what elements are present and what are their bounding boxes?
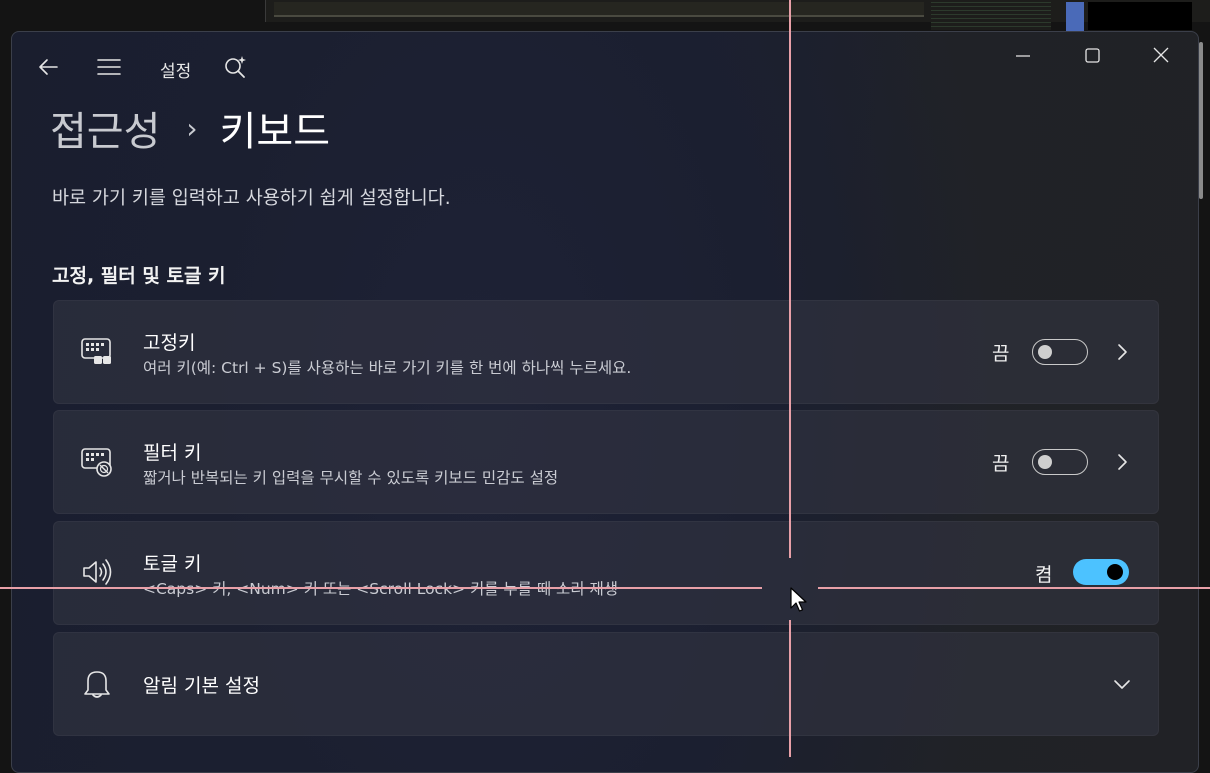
- hamburger-menu-icon[interactable]: [96, 54, 122, 80]
- close-icon[interactable]: [1138, 44, 1184, 68]
- notification-preferences-card[interactable]: 알림 기본 설정: [53, 632, 1159, 736]
- notification-preferences-title: 알림 기본 설정: [143, 675, 260, 697]
- chevron-right-icon[interactable]: [1112, 452, 1132, 472]
- filter-keys-subtitle: 짧거나 반복되는 키 입력을 무시할 수 있도록 키보드 민감도 설정: [143, 469, 559, 487]
- toggle-knob: [1038, 344, 1052, 359]
- sticky-keys-card[interactable]: 고정키 여러 키(예: Ctrl + S)를 사용하는 바로 가기 키를 한 번…: [53, 300, 1159, 404]
- copilot-search-icon[interactable]: [222, 54, 248, 80]
- chevron-down-icon[interactable]: [1112, 674, 1132, 694]
- maximize-icon[interactable]: [1069, 44, 1115, 68]
- keyboard-filter-icon: [81, 448, 112, 477]
- breadcrumb-separator: ›: [186, 111, 198, 145]
- background-blue-block: [1066, 2, 1084, 32]
- sticky-keys-toggle[interactable]: [1032, 339, 1088, 365]
- background-black-block: [1088, 2, 1192, 30]
- filter-keys-card[interactable]: 필터 키 짧거나 반복되는 키 입력을 무시할 수 있도록 키보드 민감도 설정…: [53, 410, 1159, 514]
- toggle-keys-card[interactable]: 토글 키 <Caps> 키, <Num> 키 또는 <Scroll Lock> …: [53, 521, 1159, 625]
- crosshair-vertical-top: [789, 0, 791, 558]
- sticky-keys-state: 끔: [992, 343, 1010, 365]
- breadcrumb: 접근성 › 키보드: [50, 100, 330, 156]
- title-bar: 설정: [12, 32, 1198, 102]
- toggle-keys-toggle[interactable]: [1073, 559, 1129, 585]
- keyboard-sticky-icon: [81, 338, 111, 364]
- crosshair-horizontal-right: [818, 587, 1210, 589]
- page-description: 바로 가기 키를 입력하고 사용하기 쉽게 설정합니다.: [52, 188, 451, 209]
- background-window-content: [274, 2, 924, 17]
- bell-icon: [84, 671, 110, 698]
- toggle-keys-title: 토글 키: [143, 553, 202, 575]
- settings-window: 설정 접근성 › 키보드 바로 가기 키를 입력하고 사용하기 쉽게 설정합니다…: [11, 31, 1199, 773]
- mouse-pointer-icon: [790, 587, 807, 612]
- toggle-keys-state: 켬: [1035, 564, 1053, 586]
- breadcrumb-parent[interactable]: 접근성: [50, 99, 160, 157]
- background-code-thumbnail: [931, 0, 1051, 30]
- background-window: [265, 0, 1210, 32]
- page-title: 키보드: [219, 109, 331, 155]
- crosshair-horizontal-left: [0, 587, 762, 589]
- app-title: 설정: [160, 62, 192, 82]
- sticky-keys-subtitle: 여러 키(예: Ctrl + S)를 사용하는 바로 가기 키를 한 번에 하나…: [143, 359, 632, 377]
- speaker-icon: [83, 559, 112, 585]
- sticky-keys-title: 고정키: [143, 332, 196, 354]
- back-arrow-icon[interactable]: [36, 54, 62, 80]
- scrollbar-thumb[interactable]: [1199, 42, 1203, 199]
- chevron-right-icon[interactable]: [1112, 342, 1132, 362]
- filter-keys-title: 필터 키: [143, 442, 202, 464]
- section-heading: 고정, 필터 및 토글 키: [52, 265, 226, 287]
- toggle-knob: [1107, 564, 1123, 580]
- minimize-icon[interactable]: [1000, 44, 1046, 68]
- toggle-knob: [1038, 454, 1052, 469]
- filter-keys-state: 끔: [992, 453, 1010, 475]
- crosshair-vertical-bottom: [789, 620, 791, 757]
- filter-keys-toggle[interactable]: [1032, 449, 1088, 475]
